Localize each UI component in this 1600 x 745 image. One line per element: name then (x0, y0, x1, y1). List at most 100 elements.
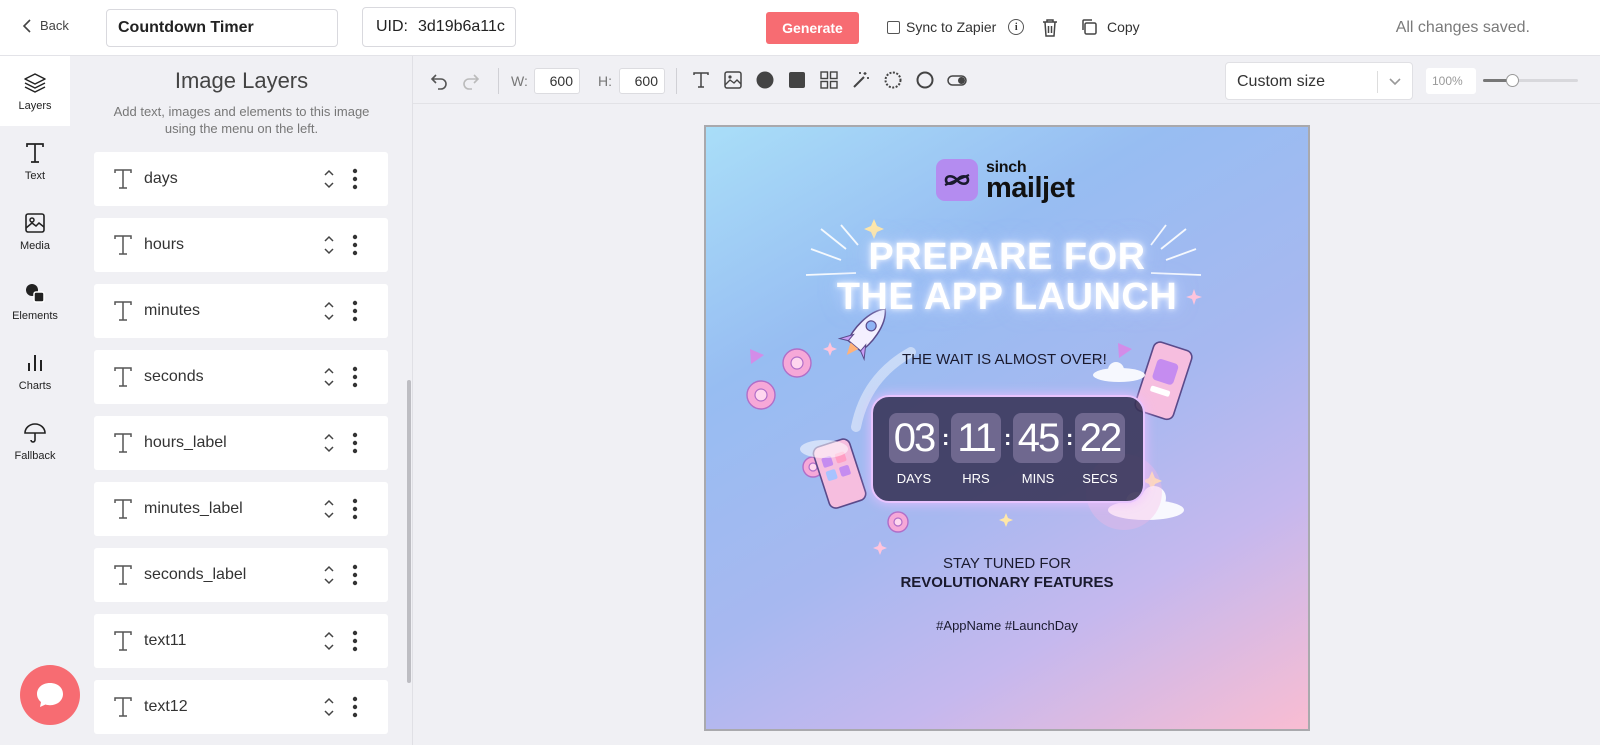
chevron-down-icon (1389, 78, 1401, 86)
add-rectangle-icon[interactable] (787, 70, 807, 90)
editor-toolbar: W: H: Custom size 100% (413, 56, 1600, 104)
toggle-icon[interactable] (947, 70, 967, 90)
rail-item-layers[interactable]: Layers (0, 56, 70, 126)
width-input[interactable] (534, 68, 580, 94)
more-options-icon[interactable] (352, 498, 358, 520)
text-layer-icon (114, 565, 132, 585)
more-options-icon[interactable] (352, 696, 358, 718)
hours-value: 11 (951, 413, 1001, 463)
rail-item-media[interactable]: Media (0, 196, 70, 266)
layer-row[interactable]: minutes (94, 284, 388, 338)
dotted-circle-icon[interactable] (883, 70, 903, 90)
layer-name: text11 (144, 632, 187, 649)
size-preset-value: Custom size (1237, 73, 1326, 90)
reorder-arrows-icon[interactable] (322, 232, 336, 258)
height-label: H: (598, 73, 612, 89)
more-options-icon[interactable] (352, 630, 358, 652)
design-canvas[interactable]: sinch mailjet PREPARE FOR THE APP LAUNCH… (704, 125, 1310, 731)
reorder-arrows-icon[interactable] (322, 364, 336, 390)
hashtags-text: #AppName #LaunchDay (936, 618, 1078, 633)
more-options-icon[interactable] (352, 564, 358, 586)
zoom-slider[interactable] (1483, 74, 1578, 87)
rail-label: Layers (18, 99, 52, 112)
layer-row[interactable]: hours_label (94, 416, 388, 470)
reorder-arrows-icon[interactable] (322, 562, 336, 588)
back-button[interactable]: Back (22, 18, 69, 33)
rail-item-elements[interactable]: Elements (0, 266, 70, 336)
magic-wand-icon[interactable] (851, 70, 871, 90)
sync-to-zapier[interactable]: Sync to Zapier i (887, 19, 1025, 35)
text-layer-icon (114, 499, 132, 519)
redo-icon[interactable] (461, 70, 481, 90)
project-name-input[interactable] (106, 9, 338, 47)
layer-name: minutes (144, 302, 201, 319)
more-options-icon[interactable] (352, 366, 358, 388)
tagline: THE WAIT IS ALMOST OVER! (902, 351, 1107, 368)
layer-name: hours_label (144, 434, 227, 451)
seconds-label: SECS (1082, 471, 1118, 486)
rail-item-text[interactable]: Text (0, 126, 70, 196)
reorder-arrows-icon[interactable] (322, 298, 336, 324)
days-label: DAYS (896, 471, 932, 486)
reorder-arrows-icon[interactable] (322, 166, 336, 192)
uid-display[interactable]: UID: 3d19b6a11c (362, 7, 516, 47)
reorder-arrows-icon[interactable] (322, 694, 336, 720)
chat-button[interactable] (20, 665, 80, 725)
ring-icon[interactable] (915, 70, 935, 90)
brand-wordmark: sinch mailjet (986, 159, 1075, 202)
toolbar-separator (676, 68, 677, 94)
size-preset-select[interactable]: Custom size (1225, 62, 1413, 100)
more-options-icon[interactable] (352, 300, 358, 322)
layer-row[interactable]: text11 (94, 614, 388, 668)
umbrella-icon (24, 422, 46, 443)
top-bar: Back UID: 3d19b6a11c Generate Sync to Za… (0, 0, 1600, 56)
more-options-icon[interactable] (352, 168, 358, 190)
info-icon[interactable]: i (1008, 19, 1025, 35)
generate-button[interactable]: Generate (766, 12, 859, 44)
text-layer-icon (114, 367, 132, 387)
zoom-slider-thumb[interactable] (1505, 74, 1519, 87)
reorder-arrows-icon[interactable] (322, 430, 336, 456)
layer-row[interactable]: minutes_label (94, 482, 388, 536)
sync-checkbox[interactable] (887, 20, 900, 34)
save-status: All changes saved. (1395, 19, 1530, 36)
layers-panel: Image Layers Add text, images and elemen… (70, 56, 413, 745)
panel-scrollbar[interactable] (407, 380, 411, 683)
more-options-icon[interactable] (352, 432, 358, 454)
trash-icon[interactable] (1041, 18, 1059, 38)
reorder-arrows-icon[interactable] (322, 496, 336, 522)
copy-button[interactable]: Copy (1080, 18, 1140, 36)
more-options-icon[interactable] (352, 234, 358, 256)
text-layer-icon (114, 433, 132, 453)
layer-name: hours (144, 236, 185, 253)
layer-row[interactable]: seconds_label (94, 548, 388, 602)
rail-item-charts[interactable]: Charts (0, 336, 70, 406)
layer-row[interactable]: text12 (94, 680, 388, 734)
layer-row[interactable]: seconds (94, 350, 388, 404)
grid-icon[interactable] (819, 70, 839, 90)
height-input[interactable] (619, 68, 665, 94)
panel-title: Image Layers (174, 68, 309, 93)
headline-line-1: PREPARE FOR (868, 236, 1146, 278)
add-image-icon[interactable] (723, 70, 743, 90)
hours-label: HRS (962, 471, 990, 486)
features-text: REVOLUTIONARY FEATURES (900, 574, 1114, 591)
zoom-value: 100% (1426, 68, 1476, 94)
layer-row[interactable]: days (94, 152, 388, 206)
countdown-timer: 03 : 11 : 45 : 22 DAYS HRS MINS SECS (871, 395, 1145, 503)
undo-icon[interactable] (429, 70, 449, 90)
colon-separator: : (1004, 425, 1012, 450)
brand-logo: sinch mailjet (936, 159, 1075, 202)
width-label: W: (511, 73, 528, 89)
colon-separator: : (942, 425, 950, 450)
reorder-arrows-icon[interactable] (322, 628, 336, 654)
text-layer-icon (114, 697, 132, 717)
sync-label: Sync to Zapier (906, 19, 997, 35)
uid-value: 3d19b6a11c (418, 18, 505, 35)
layer-row[interactable]: hours (94, 218, 388, 272)
rail-item-fallback[interactable]: Fallback (0, 406, 70, 476)
add-circle-icon[interactable] (755, 70, 775, 90)
copy-label: Copy (1107, 19, 1140, 35)
add-text-icon[interactable] (691, 70, 711, 90)
rail-label: Charts (18, 379, 52, 392)
